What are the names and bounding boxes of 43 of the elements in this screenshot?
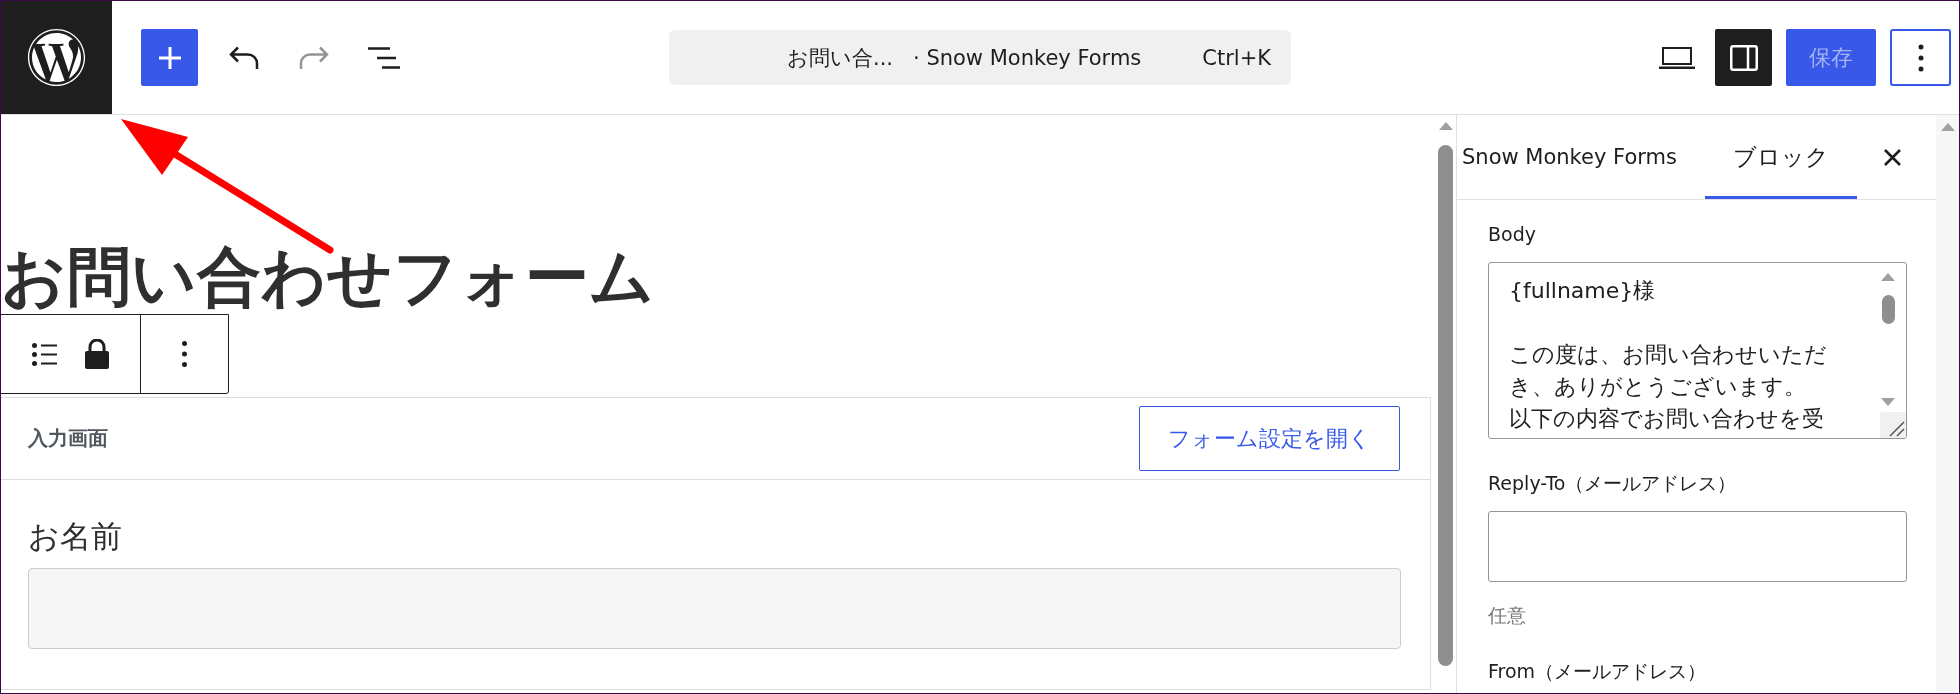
tab[interactable]: Snow Monkey Forms [1457, 115, 1705, 199]
undo-icon [229, 46, 259, 69]
more-vertical-icon [1917, 43, 1924, 72]
document-title: お問い合... [787, 44, 894, 72]
laptop-icon [1659, 46, 1695, 69]
redo-icon [299, 46, 329, 69]
field-label: From（メールアドレス） [1488, 659, 1708, 683]
body-text: 以下の内容でお問い合わせを受 [1509, 405, 1824, 433]
email-input-field[interactable] [1488, 511, 1907, 582]
logo-button[interactable] [1, 1, 112, 114]
scrollbar-thumb[interactable] [1882, 295, 1895, 324]
w-logo-icon [27, 28, 86, 87]
side-panel-icon [1729, 44, 1758, 71]
field-label: お名前 [28, 517, 123, 556]
body-textarea[interactable]: {fullname}様 この度は、お問い合わせいただき、ありがとうございます。 以下の内容でお問い合わせを受 [1488, 262, 1907, 439]
scroll-up-arrow-icon[interactable] [1881, 273, 1895, 281]
staggered-lines-icon [368, 46, 400, 69]
lock-icon [84, 339, 109, 369]
scrollbar-track[interactable] [1936, 115, 1959, 693]
add-block-button[interactable] [141, 29, 198, 86]
tab[interactable]: ブロック [1704, 115, 1857, 199]
site-name: · Snow Monkey Forms [913, 45, 1142, 70]
help-text: 任意 [1488, 603, 1527, 627]
plus-icon [158, 46, 181, 69]
options-button[interactable] [1890, 29, 1951, 86]
text-input-field[interactable] [28, 568, 1401, 649]
open-form-settings-button[interactable]: フォーム設定を開く [1139, 406, 1400, 471]
command-bar[interactable]: お問い合... · Snow Monkey Forms Ctrl+K [669, 30, 1291, 85]
shortcut-hint: Ctrl+K [1202, 45, 1271, 70]
resize-handle-icon[interactable] [1880, 412, 1906, 438]
scroll-up-arrow-icon[interactable] [1439, 122, 1453, 130]
form-block-title: 入力画面 [28, 425, 108, 452]
page-title: お問い合わせフォーム [1, 241, 655, 313]
field-label: Body [1488, 222, 1537, 246]
body-text: この度は、お問い合わせいただき、ありがとうございます。 [1509, 341, 1828, 401]
bullet-list-icon [32, 342, 57, 366]
body-text: {fullname}様 [1509, 277, 1656, 305]
more-vertical-icon [182, 341, 187, 367]
close-icon [1883, 148, 1901, 166]
settings-toggle-button[interactable] [1715, 29, 1772, 86]
scrollbar-thumb[interactable] [1438, 145, 1453, 666]
scroll-down-arrow-icon[interactable] [1881, 398, 1895, 406]
field-label: Reply-To（メールアドレス） [1488, 471, 1738, 495]
